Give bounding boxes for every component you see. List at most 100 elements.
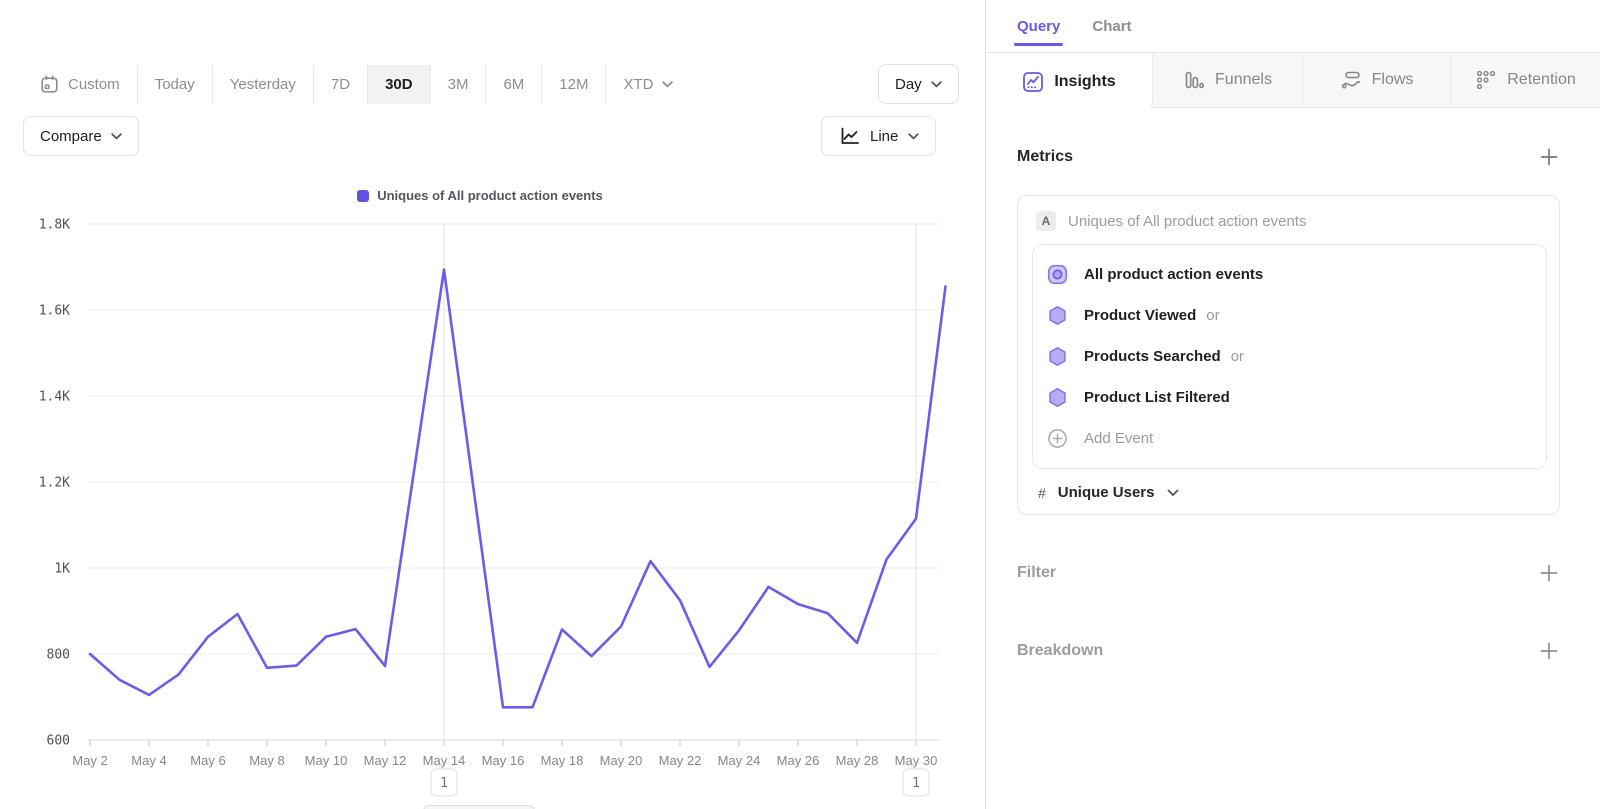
event-label: Products Searched	[1084, 348, 1221, 365]
add-breakdown-button[interactable]	[1538, 640, 1560, 662]
event-row-all-product-action-events[interactable]: All product action events	[1033, 254, 1546, 295]
funnels-icon	[1183, 69, 1205, 91]
chart-type-label: Line	[870, 128, 898, 145]
date-range-label: Yesterday	[230, 76, 296, 93]
y-axis-tick-label: 1.8K	[39, 218, 70, 233]
compare-dropdown[interactable]: Compare	[23, 116, 139, 156]
legend-swatch	[357, 190, 369, 202]
chevron-down-icon	[931, 81, 942, 88]
tab-funnels[interactable]: Funnels	[1153, 53, 1303, 107]
y-axis-tick-label: 1.2K	[39, 476, 70, 491]
x-axis-tick-label: May 8	[249, 753, 284, 768]
measurement-dropdown[interactable]: # Unique Users	[1032, 484, 1547, 501]
x-axis-tick-label: May 14	[423, 753, 466, 768]
metric-group-title: Uniques of All product action events	[1068, 213, 1306, 230]
chevron-down-icon	[908, 133, 919, 140]
annotation-tooltip-partial	[423, 805, 535, 809]
date-range-label: Custom	[68, 76, 120, 93]
chevron-down-icon	[111, 133, 122, 140]
event-or-suffix: or	[1231, 348, 1244, 365]
event-row-product-viewed[interactable]: Product Viewed or	[1033, 295, 1546, 336]
x-axis-tick-label: May 10	[305, 753, 348, 768]
date-range-3m-button[interactable]: 3M	[430, 65, 486, 104]
date-range-7d-button[interactable]: 7D	[313, 65, 367, 104]
add-event-button[interactable]: Add Event	[1033, 418, 1546, 459]
analytics-app: Custom Today Yesterday 7D 30D 3M 6M 12M …	[0, 0, 1600, 809]
event-label: All product action events	[1084, 266, 1263, 283]
y-axis-tick-label: 800	[47, 648, 70, 663]
metric-group-header[interactable]: A Uniques of All product action events	[1032, 211, 1547, 231]
event-or-suffix: or	[1206, 307, 1219, 324]
flows-icon	[1340, 69, 1362, 91]
date-range-label: 7D	[331, 76, 350, 93]
metric-series-badge: A	[1036, 211, 1056, 231]
chart-type-dropdown[interactable]: Line	[821, 116, 936, 156]
event-label: Product Viewed	[1084, 307, 1196, 324]
x-axis-tick-label: May 28	[836, 753, 879, 768]
tab-flows[interactable]: Flows	[1303, 53, 1451, 107]
date-range-xtd-button[interactable]: XTD	[605, 65, 690, 104]
report-type-tabs: Insights Funnels Flows	[986, 52, 1600, 108]
event-list: All product action events Product Viewed…	[1032, 244, 1547, 469]
svg-text:1: 1	[912, 776, 920, 791]
add-metric-button[interactable]	[1538, 146, 1560, 168]
x-axis-tick-label: May 2	[72, 753, 107, 768]
date-range-label: 6M	[503, 76, 524, 93]
x-axis-tick-label: May 6	[190, 753, 225, 768]
y-axis-tick-label: 1.4K	[39, 390, 70, 405]
tab-insights[interactable]: Insights	[986, 53, 1153, 110]
metrics-section-title: Metrics	[1017, 148, 1073, 166]
insights-icon	[1022, 71, 1044, 93]
date-range-30d-button[interactable]: 30D	[367, 65, 430, 104]
add-event-label: Add Event	[1084, 430, 1153, 447]
add-filter-button[interactable]	[1538, 562, 1560, 584]
measurement-label: Unique Users	[1058, 484, 1155, 501]
x-axis-tick-label: May 4	[131, 753, 166, 768]
chevron-down-icon	[1167, 489, 1179, 497]
chart-panel: Custom Today Yesterday 7D 30D 3M 6M 12M …	[0, 0, 985, 809]
calendar-icon	[40, 75, 59, 94]
event-row-product-list-filtered[interactable]: Product List Filtered	[1033, 377, 1546, 418]
compare-label: Compare	[40, 128, 102, 145]
y-axis-tick-label: 600	[47, 734, 70, 749]
x-axis-tick-label: May 26	[777, 753, 820, 768]
date-range-custom-button[interactable]: Custom	[23, 65, 137, 104]
line-chart[interactable]: 1.8K1.6K1.4K1.2K1K800600May 2May 4May 6M…	[0, 210, 985, 809]
date-range-label: 3M	[448, 76, 469, 93]
legend-label: Uniques of All product action events	[377, 188, 603, 203]
query-panel: Query Chart Insights Funnels	[985, 0, 1600, 809]
event-hexagon-icon	[1047, 387, 1068, 408]
x-axis-tick-label: May 18	[541, 753, 584, 768]
date-range-label: Today	[155, 76, 195, 93]
date-range-6m-button[interactable]: 6M	[485, 65, 541, 104]
panel-tabs: Query Chart	[986, 0, 1600, 52]
tab-label: Flows	[1372, 71, 1414, 89]
tab-chart[interactable]: Chart	[1092, 18, 1131, 35]
filter-section-title: Filter	[1017, 564, 1056, 582]
date-range-12m-button[interactable]: 12M	[541, 65, 605, 104]
number-icon: #	[1038, 485, 1046, 501]
tab-label: Funnels	[1215, 71, 1272, 89]
x-axis-tick-label: May 22	[659, 753, 702, 768]
tab-query[interactable]: Query	[1017, 18, 1060, 35]
tab-label: Retention	[1507, 71, 1576, 89]
date-range-segmented-control: Custom Today Yesterday 7D 30D 3M 6M 12M …	[23, 65, 690, 104]
date-range-label: XTD	[623, 76, 653, 93]
event-row-products-searched[interactable]: Products Searched or	[1033, 336, 1546, 377]
plus-icon	[1540, 642, 1558, 660]
date-range-yesterday-button[interactable]: Yesterday	[212, 65, 313, 104]
annotation-badge[interactable]: 1	[903, 769, 929, 796]
chart-legend[interactable]: Uniques of All product action events	[0, 188, 960, 203]
event-label: Product List Filtered	[1084, 389, 1230, 406]
add-event-plus-icon	[1047, 428, 1068, 449]
date-range-today-button[interactable]: Today	[137, 65, 212, 104]
annotation-badge[interactable]: 1	[431, 769, 457, 796]
breakdown-section-title: Breakdown	[1017, 642, 1103, 660]
x-axis-tick-label: May 16	[482, 753, 525, 768]
svg-text:1: 1	[440, 776, 448, 791]
tab-retention[interactable]: Retention	[1451, 53, 1600, 107]
x-axis-tick-label: May 24	[718, 753, 761, 768]
granularity-dropdown[interactable]: Day	[878, 64, 959, 104]
query-builder: Metrics A Uniques of All product action …	[986, 146, 1600, 662]
metric-card: A Uniques of All product action events A…	[1017, 195, 1560, 515]
